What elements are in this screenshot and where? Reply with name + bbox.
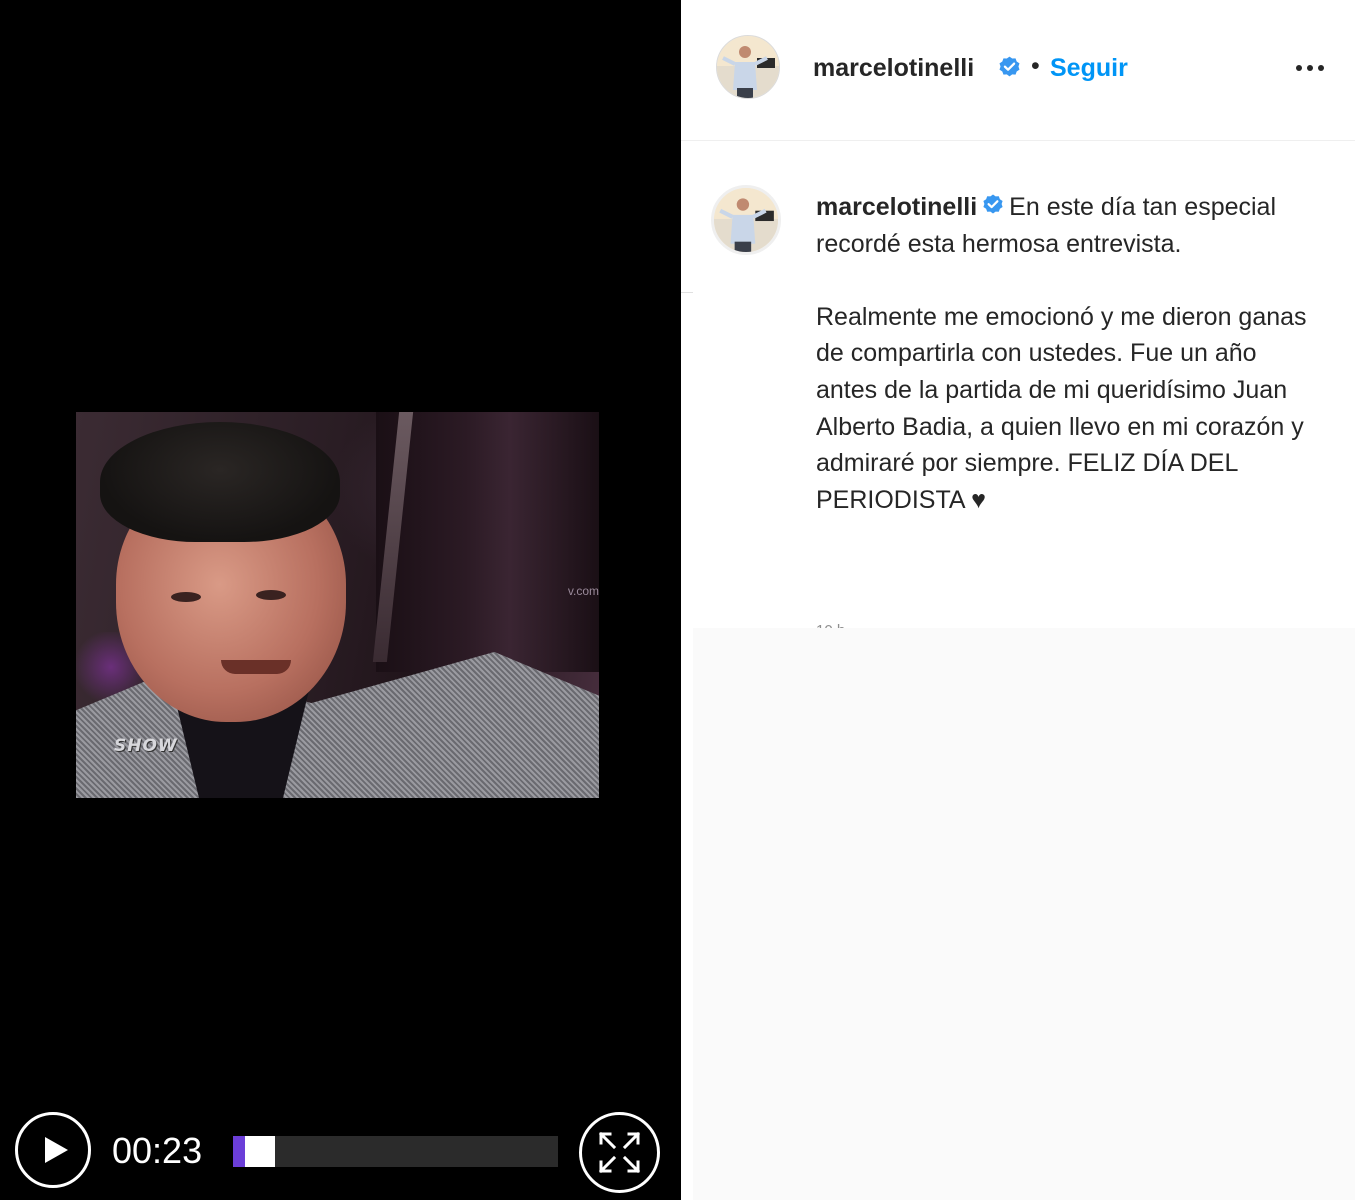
video-watermark: v.com: [567, 584, 599, 598]
fullscreen-button[interactable]: [579, 1112, 660, 1193]
follow-button[interactable]: Seguir: [1050, 54, 1128, 83]
more-options-icon[interactable]: [1295, 58, 1325, 78]
video-background: [376, 412, 599, 672]
video-subject-eye: [256, 590, 286, 600]
video-subject-eye: [171, 592, 201, 602]
post-author-username[interactable]: marcelotinelli: [813, 54, 974, 83]
verified-badge-icon: [983, 194, 1003, 214]
caption-avatar[interactable]: [711, 185, 781, 255]
video-subject-hair: [100, 422, 340, 542]
fullscreen-icon: [598, 1131, 641, 1174]
progress-thumb[interactable]: [245, 1136, 275, 1167]
caption-username[interactable]: marcelotinelli: [816, 193, 977, 221]
caption-paragraph: marcelotinelli En este día tan especial …: [816, 189, 1316, 262]
video-player[interactable]: SHOW v.com 00:23: [0, 0, 681, 1200]
verified-badge-icon: [999, 56, 1020, 77]
avatar-image: [717, 36, 779, 98]
comments-area: [693, 628, 1355, 1200]
separator-dot: •: [1031, 52, 1040, 80]
avatar-image: [714, 188, 778, 252]
post-panel: marcelotinelli • Seguir marcelotinelli E…: [681, 0, 1355, 1200]
progress-played: [233, 1136, 245, 1167]
video-time: 00:23: [112, 1130, 203, 1171]
divider: [681, 292, 693, 293]
play-icon: [45, 1137, 68, 1163]
post-caption: marcelotinelli En este día tan especial …: [816, 189, 1316, 518]
play-button[interactable]: [15, 1112, 91, 1188]
video-subject-mouth: [221, 660, 291, 674]
video-channel-logo: SHOW: [114, 736, 178, 756]
caption-paragraph: Realmente me emocionó y me dieron ganas …: [816, 302, 1307, 514]
video-progress-bar[interactable]: [233, 1136, 558, 1167]
post-header: marcelotinelli • Seguir: [681, 0, 1355, 141]
video-frame[interactable]: SHOW v.com: [76, 412, 599, 798]
avatar[interactable]: [716, 35, 780, 99]
